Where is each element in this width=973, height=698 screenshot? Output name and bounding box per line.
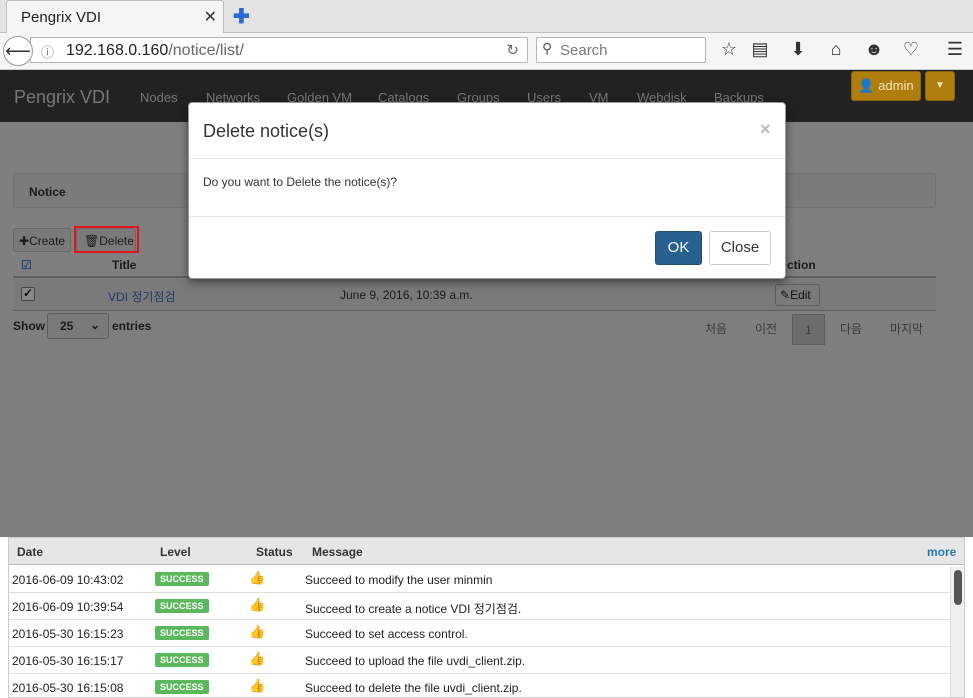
log-column-message: Message <box>312 545 363 559</box>
search-placeholder: Search <box>560 42 608 59</box>
chevron-down-icon: ⌄ <box>89 318 100 332</box>
caret-down-icon: ▼ <box>935 80 945 91</box>
url-host: 192.168.0.160 <box>66 42 169 59</box>
log-row: 2016-05-30 16:15:17 SUCCESS 👍 Succeed to… <box>9 647 949 674</box>
browser-tab-bar: Pengrix VDI ✕ ✚ <box>0 0 973 33</box>
info-icon[interactable]: ⓘ <box>41 42 54 61</box>
log-row: 2016-05-30 16:15:08 SUCCESS 👍 Succeed to… <box>9 674 949 698</box>
page-prev[interactable]: 이전 <box>743 314 789 345</box>
reading-list-icon[interactable]: ▤ <box>749 39 771 60</box>
column-title: Title <box>112 258 137 272</box>
column-action: ction <box>787 258 816 272</box>
chat-icon[interactable]: ☻ <box>863 39 885 60</box>
log-message: Succeed to set access control. <box>305 627 468 641</box>
ok-button[interactable]: OK <box>655 231 702 265</box>
user-icon: 👤 <box>858 78 875 93</box>
back-button[interactable]: ⟵ <box>3 36 33 66</box>
log-message: Succeed to upload the file uvdi_client.z… <box>305 654 526 668</box>
modal-header: Delete notice(s) × <box>189 103 785 159</box>
create-label: Create <box>29 234 66 248</box>
log-date: 2016-05-30 16:15:23 <box>12 627 124 641</box>
row-checkbox[interactable]: ✓ <box>21 287 35 301</box>
delete-notice-dialog: Delete notice(s) × Do you want to Delete… <box>188 102 786 279</box>
download-icon[interactable]: ⬇ <box>787 39 809 60</box>
log-row: 2016-06-09 10:39:54 SUCCESS 👍 Succeed to… <box>9 593 949 620</box>
log-panel: Date Level Status Message more 2016-06-0… <box>8 537 965 698</box>
log-date: 2016-05-30 16:15:17 <box>12 654 124 668</box>
delete-highlight-box <box>74 226 139 253</box>
admin-button[interactable]: 👤 admin <box>851 71 921 101</box>
log-message: Succeed to delete the file uvdi_client.z… <box>305 681 522 695</box>
close-tab-icon[interactable]: ✕ <box>204 7 217 27</box>
search-icon: ⚲ <box>542 40 553 56</box>
page-size-value: 25 <box>60 319 74 333</box>
search-input[interactable]: ⚲ Search <box>536 37 706 63</box>
level-badge: SUCCESS <box>155 626 209 640</box>
scrollbar-thumb[interactable] <box>954 570 962 605</box>
show-label: Show <box>13 319 45 333</box>
modal-divider <box>189 216 785 217</box>
thumbs-up-icon: 👍 <box>249 570 266 585</box>
page-last[interactable]: 마지막 <box>879 314 934 345</box>
browser-tab[interactable]: Pengrix VDI ✕ <box>6 0 224 33</box>
log-date: 2016-05-30 16:15:08 <box>12 681 124 695</box>
pocket-icon[interactable]: ♡ <box>900 39 922 60</box>
hamburger-menu-icon[interactable]: ☰ <box>944 39 966 60</box>
modal-title: Delete notice(s) <box>203 121 330 141</box>
create-button[interactable]: ✚Create <box>13 228 71 252</box>
log-row: 2016-06-09 10:43:02 SUCCESS 👍 Succeed to… <box>9 566 949 593</box>
row-date: June 9, 2016, 10:39 a.m. <box>340 288 473 302</box>
thumbs-up-icon: 👍 <box>249 597 266 612</box>
bookmark-star-icon[interactable]: ☆ <box>718 39 740 60</box>
row-title-link[interactable]: VDI 정기점검 <box>108 288 176 305</box>
back-arrow-icon: ⟵ <box>5 41 31 61</box>
log-column-date: Date <box>17 545 44 559</box>
new-tab-icon[interactable]: ✚ <box>233 4 250 29</box>
browser-nav-bar: ⓘ 192.168.0.160/notice/list/ ↻ ⟵ ⚲ Searc… <box>0 33 973 70</box>
more-link[interactable]: more <box>927 545 956 559</box>
entries-label: entries <box>112 319 152 333</box>
table-row: ✓ VDI 정기점검 June 9, 2016, 10:39 a.m. ✎Edi… <box>13 279 936 311</box>
admin-label: admin <box>878 78 914 93</box>
edit-icon: ✎ <box>780 288 791 302</box>
edit-button[interactable]: ✎Edit <box>775 284 820 306</box>
page-next[interactable]: 다음 <box>829 314 873 345</box>
page-first[interactable]: 처음 <box>693 314 739 345</box>
page-current[interactable]: 1 <box>792 314 825 345</box>
app-brand[interactable]: Pengrix VDI <box>14 87 110 108</box>
log-date: 2016-06-09 10:39:54 <box>12 600 124 614</box>
thumbs-up-icon: 👍 <box>249 624 266 639</box>
log-column-level: Level <box>160 545 191 559</box>
thumbs-up-icon: 👍 <box>249 651 266 666</box>
tab-title: Pengrix VDI <box>21 9 102 26</box>
url-bar[interactable]: ⓘ 192.168.0.160/notice/list/ ↻ <box>30 37 528 63</box>
modal-close-icon[interactable]: × <box>760 119 771 140</box>
edit-label: Edit <box>790 288 811 302</box>
plus-icon: ✚ <box>19 234 30 248</box>
log-message: Succeed to create a notice VDI 정기점검. <box>305 602 522 616</box>
log-table-header: Date Level Status Message more <box>9 538 964 565</box>
level-badge: SUCCESS <box>155 653 209 667</box>
level-badge: SUCCESS <box>155 680 209 694</box>
nav-item-nodes[interactable]: Nodes <box>140 90 178 105</box>
modal-message: Do you want to Delete the notice(s)? <box>203 175 398 189</box>
url-path: /notice/list/ <box>168 42 244 59</box>
close-button[interactable]: Close <box>709 231 771 265</box>
log-message: Succeed to modify the user minmin <box>305 573 493 587</box>
log-date: 2016-06-09 10:43:02 <box>12 573 124 587</box>
page-size-select[interactable]: 25 ⌄ <box>47 313 109 339</box>
home-icon[interactable]: ⌂ <box>825 39 847 60</box>
log-row: 2016-05-30 16:15:23 SUCCESS 👍 Succeed to… <box>9 620 949 647</box>
panel-title: Notice <box>29 185 66 199</box>
select-all-checkbox-icon[interactable]: ☑ <box>21 258 32 272</box>
reload-icon[interactable]: ↻ <box>506 41 519 59</box>
thumbs-up-icon: 👍 <box>249 678 266 693</box>
log-scrollbar[interactable] <box>950 567 964 697</box>
log-column-status: Status <box>256 545 293 559</box>
level-badge: SUCCESS <box>155 599 209 613</box>
admin-dropdown-button[interactable]: ▼ <box>925 71 955 101</box>
level-badge: SUCCESS <box>155 572 209 586</box>
